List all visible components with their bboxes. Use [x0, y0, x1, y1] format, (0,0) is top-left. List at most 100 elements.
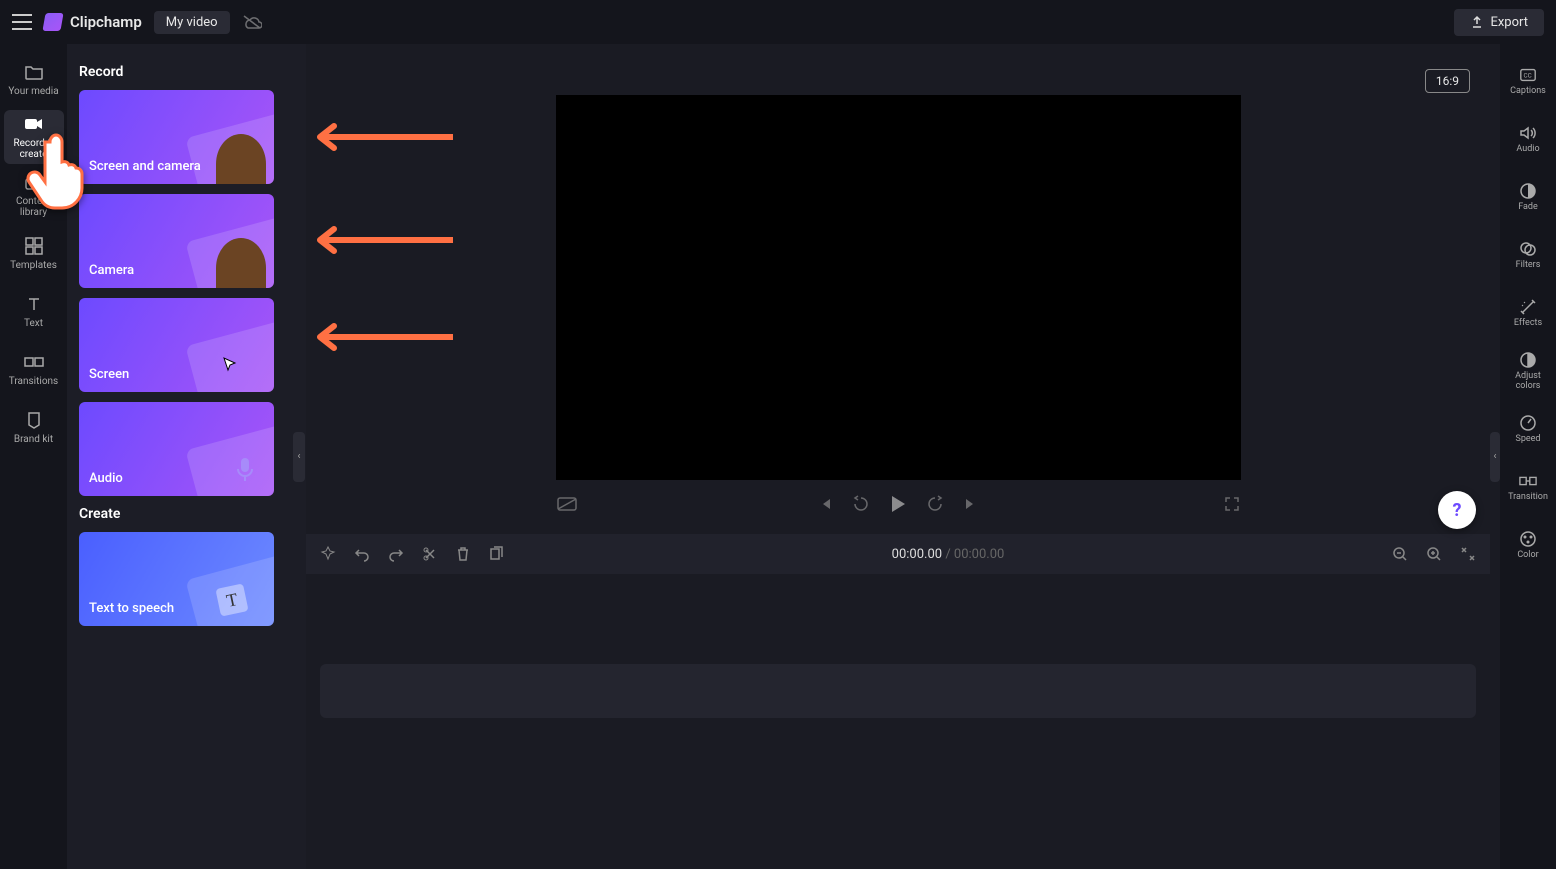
sidebar-item-content-library[interactable]: Content library — [4, 168, 64, 222]
right-item-transition[interactable]: Transition — [1503, 462, 1553, 512]
card-screen-and-camera[interactable]: Screen and camera — [79, 90, 274, 184]
export-label: Export — [1490, 15, 1528, 30]
ai-icon[interactable] — [320, 546, 336, 562]
card-label: Screen — [89, 367, 129, 382]
panel-section-create: Create — [79, 506, 280, 522]
right-item-captions[interactable]: CC Captions — [1503, 56, 1553, 106]
redo-icon[interactable] — [388, 546, 404, 562]
fit-icon[interactable] — [1460, 546, 1476, 562]
card-camera[interactable]: Camera — [79, 194, 274, 288]
right-label: Audio — [1516, 145, 1539, 155]
fade-icon — [1519, 182, 1537, 200]
split-icon[interactable] — [422, 546, 438, 562]
collapse-right-button[interactable]: ‹ — [1490, 432, 1500, 482]
record-create-panel: Record Screen and camera Camera Screen A… — [67, 44, 292, 869]
camera-icon — [24, 114, 44, 134]
duration: 00:00.00 — [954, 547, 1004, 562]
sidebar-item-brand-kit[interactable]: Brand kit — [4, 400, 64, 454]
right-label: Captions — [1510, 87, 1546, 97]
sidebar-item-transitions[interactable]: Transitions — [4, 342, 64, 396]
effects-icon — [1519, 298, 1537, 316]
collapse-panel-button[interactable]: ‹ — [293, 432, 305, 482]
export-button[interactable]: Export — [1454, 9, 1544, 36]
panel-collapse-strip: ‹ — [292, 44, 306, 869]
next-frame-icon[interactable] — [963, 496, 979, 512]
aspect-ratio-button[interactable]: 16:9 — [1425, 69, 1470, 93]
undo-icon[interactable] — [354, 546, 370, 562]
project-name[interactable]: My video — [154, 11, 230, 34]
right-item-fade[interactable]: Fade — [1503, 172, 1553, 222]
right-item-color[interactable]: Color — [1503, 520, 1553, 570]
sidebar-item-your-media[interactable]: Your media — [4, 52, 64, 106]
transitions-icon — [24, 352, 44, 372]
video-preview[interactable] — [556, 95, 1241, 480]
right-collapse-strip: ‹ — [1490, 44, 1500, 869]
right-label: Filters — [1516, 261, 1541, 271]
sidebar-label: Your media — [8, 86, 58, 97]
timeline-toolbar: 00:00.00 / 00:00.00 — [306, 534, 1490, 574]
right-item-effects[interactable]: Effects — [1503, 288, 1553, 338]
right-item-filters[interactable]: Filters — [1503, 230, 1553, 280]
card-screen[interactable]: Screen — [79, 298, 274, 392]
clipchamp-logo-icon — [42, 13, 63, 31]
right-label: Transition — [1508, 493, 1548, 503]
sidebar-item-record-create[interactable]: Record & create — [4, 110, 64, 164]
card-label: Audio — [89, 471, 123, 486]
right-label: Effects — [1514, 319, 1542, 329]
text-decor-icon: T — [215, 583, 248, 616]
timeline[interactable] — [306, 574, 1490, 869]
cursor-icon — [221, 356, 239, 374]
upload-icon — [1470, 15, 1484, 29]
card-audio[interactable]: Audio — [79, 402, 274, 496]
left-sidebar: Your media Record & create Content libra… — [0, 44, 67, 869]
skip-forward-icon[interactable] — [925, 494, 945, 514]
sidebar-item-templates[interactable]: Templates — [4, 226, 64, 280]
color-icon — [1519, 530, 1537, 548]
help-button[interactable]: ? — [1438, 491, 1476, 529]
card-label: Text to speech — [89, 601, 174, 616]
sidebar-label: Brand kit — [14, 434, 53, 445]
right-sidebar: CC Captions Audio Fade Filters — [1500, 44, 1556, 869]
sidebar-label: Text — [24, 318, 43, 329]
mic-icon — [234, 456, 264, 486]
templates-icon — [24, 236, 44, 256]
filters-icon — [1519, 240, 1537, 258]
right-item-adjust-colors[interactable]: Adjust colors — [1503, 346, 1553, 396]
card-label: Camera — [89, 263, 134, 278]
app-name: Clipchamp — [70, 13, 142, 31]
timeline-track[interactable] — [320, 664, 1476, 718]
cloud-off-icon[interactable] — [242, 14, 262, 30]
top-bar: Clipchamp My video Export — [0, 0, 1556, 44]
text-icon — [24, 294, 44, 314]
playback-controls — [556, 494, 1241, 514]
preview-area: 16:9 — [306, 44, 1490, 534]
play-button[interactable] — [889, 494, 907, 514]
zoom-in-icon[interactable] — [1426, 546, 1442, 562]
panel-section-record: Record — [79, 64, 280, 80]
fullscreen-icon[interactable] — [1223, 495, 1241, 513]
zoom-out-icon[interactable] — [1392, 546, 1408, 562]
library-icon — [24, 172, 44, 192]
safe-zones-icon[interactable] — [556, 495, 578, 513]
right-label: Color — [1517, 551, 1538, 561]
center-area: 16:9 — [306, 44, 1490, 869]
sidebar-label: Content library — [4, 196, 64, 218]
right-label: Fade — [1518, 203, 1538, 213]
duplicate-icon[interactable] — [488, 546, 504, 562]
current-time: 00:00.00 — [892, 547, 942, 562]
skip-back-icon[interactable] — [851, 494, 871, 514]
card-text-to-speech[interactable]: T Text to speech — [79, 532, 274, 626]
menu-icon[interactable] — [12, 14, 32, 30]
svg-text:CC: CC — [1524, 71, 1532, 79]
prev-frame-icon[interactable] — [817, 496, 833, 512]
sidebar-item-text[interactable]: Text — [4, 284, 64, 338]
delete-icon[interactable] — [456, 546, 470, 562]
card-label: Screen and camera — [89, 159, 201, 174]
sidebar-label: Templates — [10, 260, 57, 271]
folder-icon — [24, 62, 44, 82]
right-item-speed[interactable]: Speed — [1503, 404, 1553, 454]
right-label: Adjust colors — [1503, 372, 1553, 392]
transition-icon — [1519, 472, 1537, 490]
brand[interactable]: Clipchamp — [44, 13, 142, 31]
right-item-audio[interactable]: Audio — [1503, 114, 1553, 164]
